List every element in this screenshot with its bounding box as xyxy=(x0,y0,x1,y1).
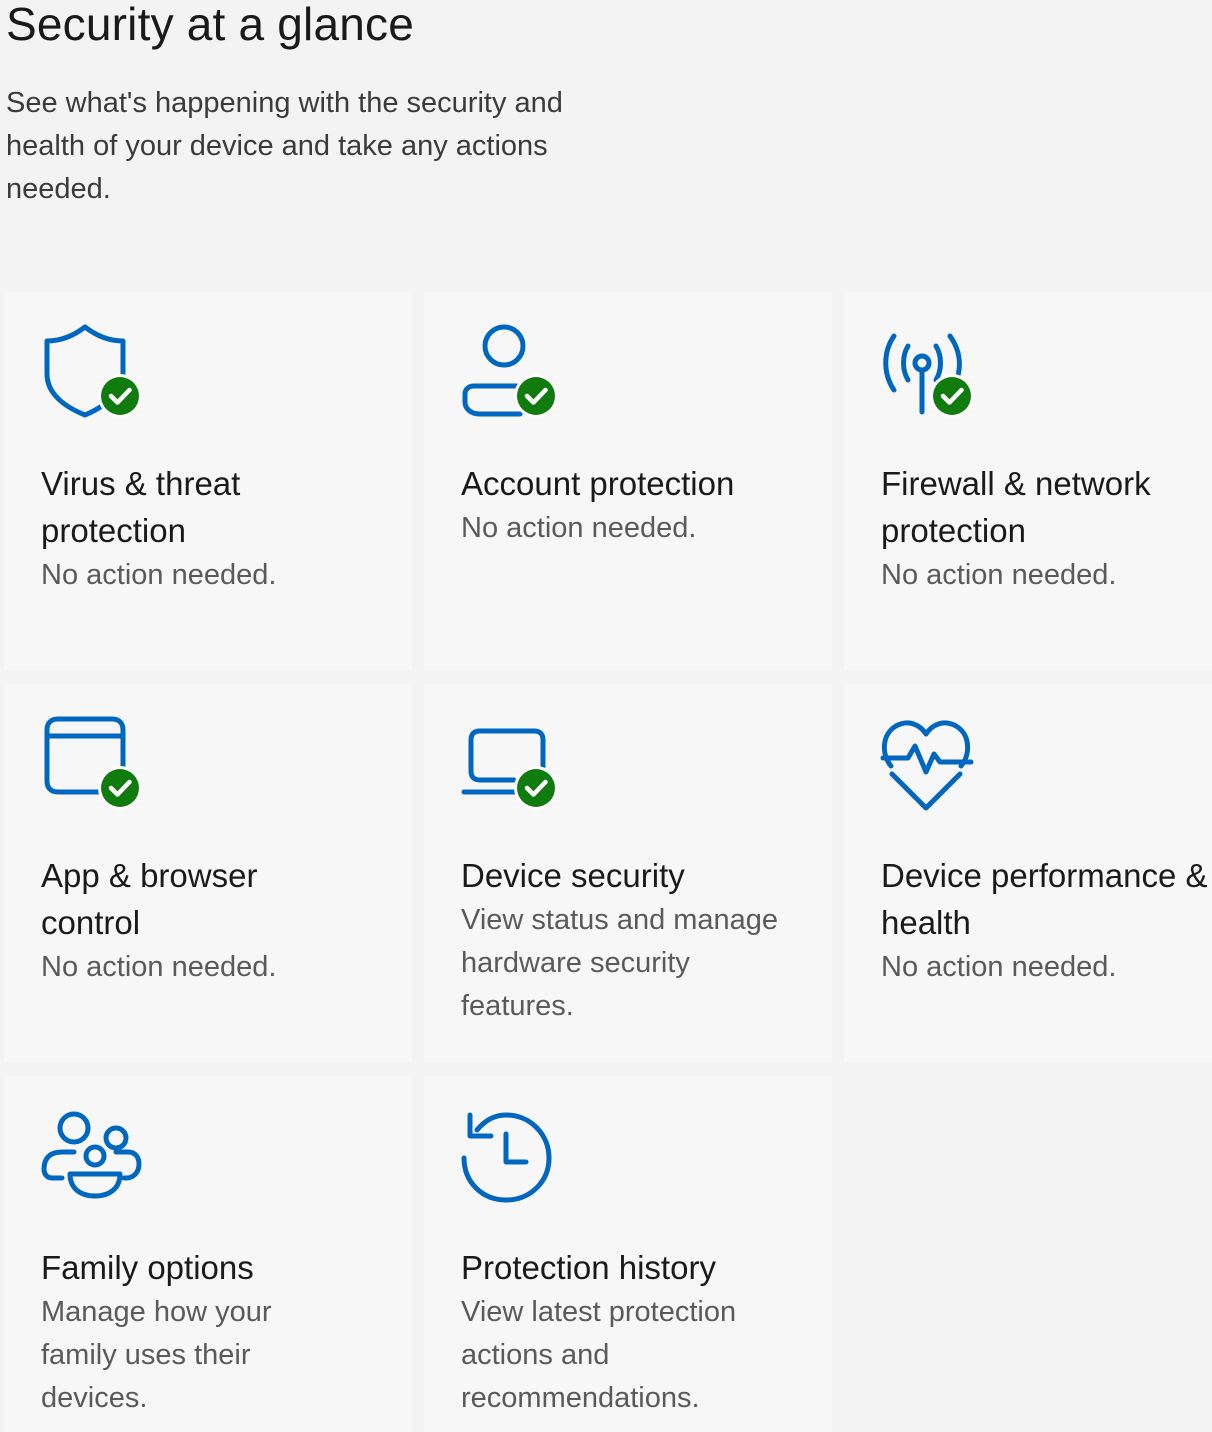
tile-title: Device performance & health xyxy=(881,857,1208,941)
tile-firewall-network-protection[interactable]: Firewall & network protection No action … xyxy=(844,292,1212,670)
laptop-icon xyxy=(460,716,570,820)
heart-pulse-icon xyxy=(880,716,990,820)
tile-title: Protection history xyxy=(461,1249,716,1286)
tile-virus-threat-protection[interactable]: Virus & threat protection No action need… xyxy=(4,292,412,670)
tile-title-wrapper: Device performance & health No action ne… xyxy=(881,852,1211,989)
tile-status: No action needed. xyxy=(881,951,1117,983)
check-badge-icon xyxy=(98,374,142,418)
tile-title: Firewall & network protection xyxy=(881,465,1151,549)
shield-icon xyxy=(40,324,150,428)
tile-app-browser-control[interactable]: App & browser control No action needed. xyxy=(4,684,412,1062)
history-clock-icon xyxy=(460,1108,570,1212)
check-badge-icon xyxy=(98,766,142,810)
family-icon xyxy=(40,1108,150,1212)
tile-title-wrapper: Family options Manage how your family us… xyxy=(41,1244,361,1420)
tile-title-wrapper: Firewall & network protection No action … xyxy=(881,460,1211,597)
tile-title-wrapper: Protection history View latest protectio… xyxy=(461,1244,781,1420)
tile-title: Account protection xyxy=(461,465,735,502)
tile-title: Device security xyxy=(461,857,685,894)
tile-title-wrapper: Device security View status and manage h… xyxy=(461,852,781,1028)
antenna-icon xyxy=(880,324,990,428)
check-badge-icon xyxy=(514,374,558,418)
tile-title: Family options xyxy=(41,1249,254,1286)
browser-window-icon xyxy=(40,716,150,820)
tile-title-wrapper: Account protection No action needed. xyxy=(461,460,781,550)
person-icon xyxy=(460,324,570,428)
tile-protection-history[interactable]: Protection history View latest protectio… xyxy=(424,1076,832,1432)
tile-family-options[interactable]: Family options Manage how your family us… xyxy=(4,1076,412,1432)
tile-account-protection[interactable]: Account protection No action needed. xyxy=(424,292,832,670)
tile-title-wrapper: App & browser control No action needed. xyxy=(41,852,361,989)
check-badge-icon xyxy=(514,766,558,810)
page-title: Security at a glance xyxy=(6,0,415,50)
tile-title-wrapper: Virus & threat protection No action need… xyxy=(41,460,361,597)
tile-title: App & browser control xyxy=(41,857,258,941)
tile-device-security[interactable]: Device security View status and manage h… xyxy=(424,684,832,1062)
security-at-a-glance-page: Security at a glance See what's happenin… xyxy=(0,0,1212,1432)
tile-status: View latest protection actions and recom… xyxy=(461,1296,737,1414)
tile-status: Manage how your family uses their device… xyxy=(41,1296,272,1414)
tile-status: No action needed. xyxy=(41,951,277,983)
check-badge-icon xyxy=(930,374,974,418)
tile-title: Virus & threat protection xyxy=(41,465,241,549)
page-subtitle: See what's happening with the security a… xyxy=(6,87,563,205)
tile-status: View status and manage hardware security… xyxy=(461,904,779,1022)
tile-status: No action needed. xyxy=(461,512,697,544)
tile-status: No action needed. xyxy=(881,559,1117,591)
tile-device-performance-health[interactable]: Device performance & health No action ne… xyxy=(844,684,1212,1062)
tile-status: No action needed. xyxy=(41,559,277,591)
